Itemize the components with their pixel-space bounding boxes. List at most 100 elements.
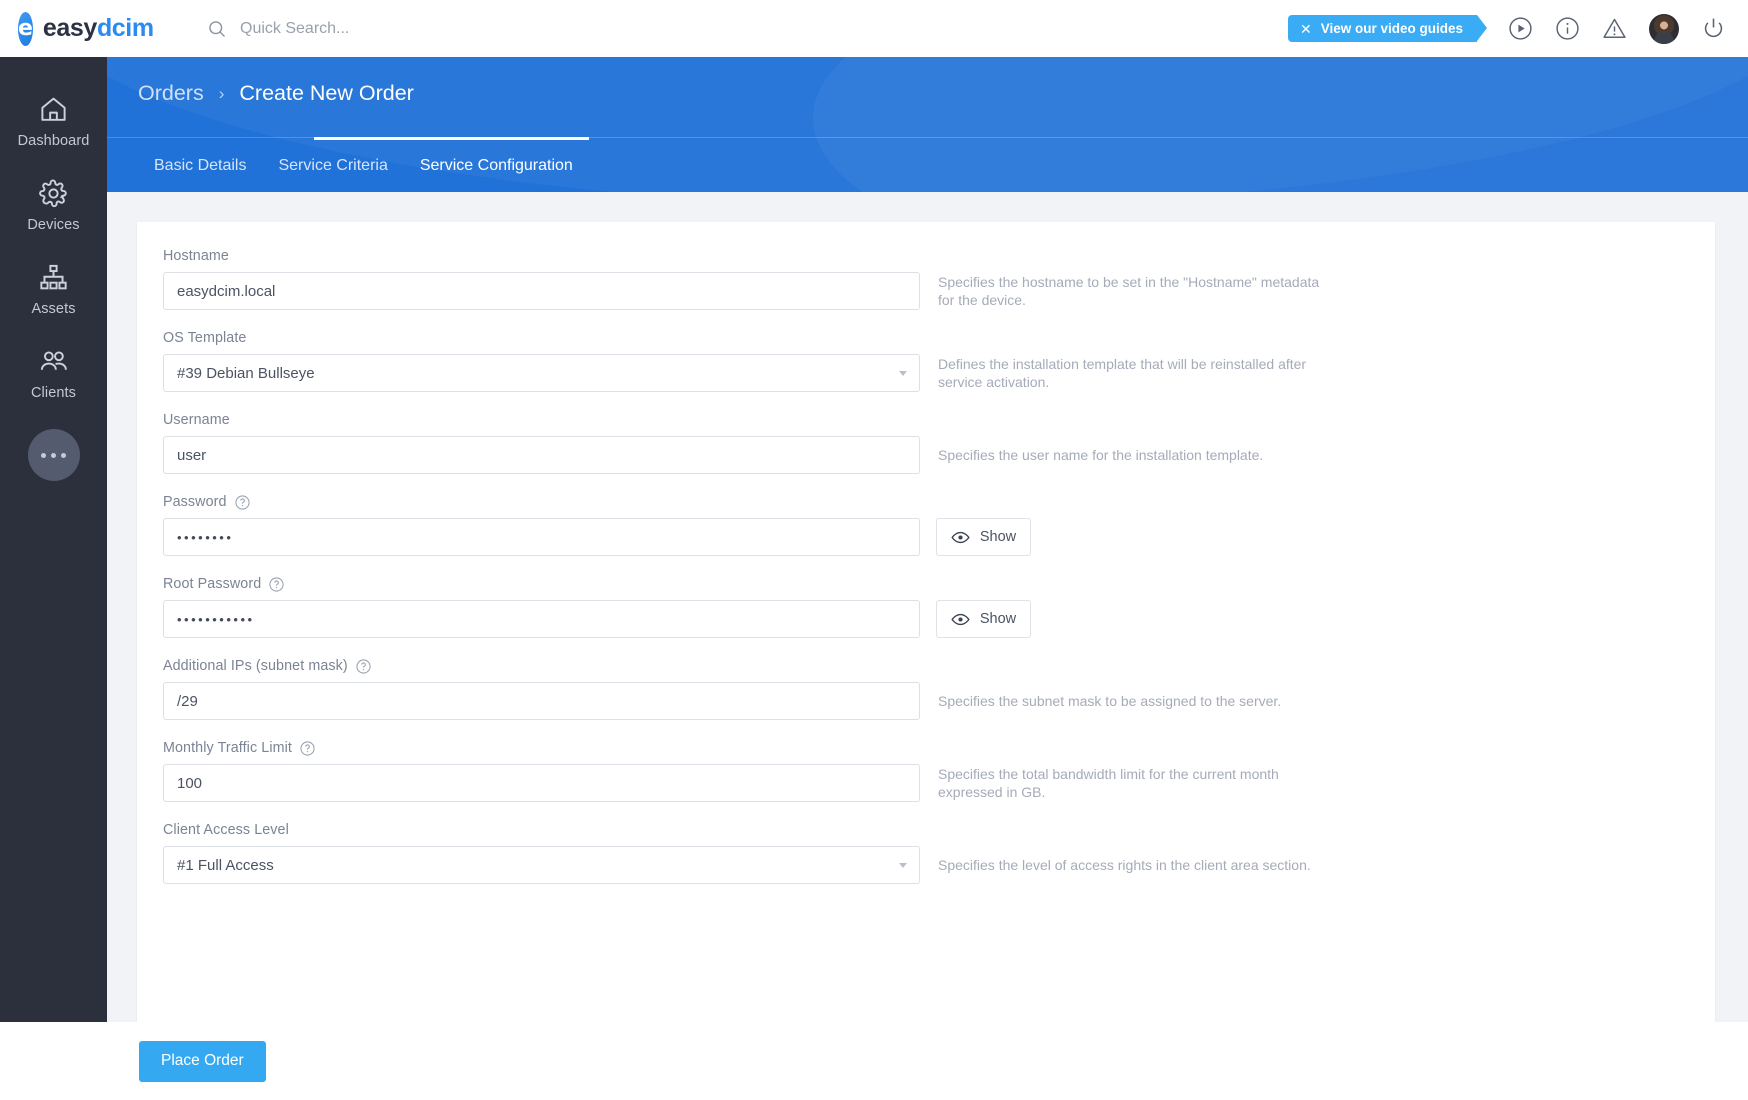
- gear-icon: [38, 178, 69, 209]
- service-configuration-form: Hostname Specifies the hostname to be se…: [137, 222, 1715, 1022]
- field-row: #1 Full Access Specifies the level of ac…: [163, 846, 1715, 884]
- label-text: Additional IPs (subnet mask): [163, 658, 348, 674]
- users-icon: [38, 346, 69, 377]
- search-input[interactable]: [240, 19, 580, 38]
- info-circle-icon[interactable]: [1555, 16, 1580, 41]
- brand-logo-area[interactable]: e easydcim: [0, 0, 154, 57]
- field-row: Specifies the subnet mask to be assigned…: [163, 682, 1715, 720]
- help-circle-icon[interactable]: [356, 658, 371, 674]
- sidebar-item-devices[interactable]: Devices: [0, 163, 107, 247]
- dot-icon: [51, 452, 56, 458]
- field-client-access-level: Client Access Level #1 Full Access Speci…: [163, 822, 1715, 884]
- video-guides-label: View our video guides: [1320, 21, 1463, 36]
- field-password: Password •••••••• Show: [163, 494, 1715, 556]
- password-input[interactable]: [163, 518, 920, 556]
- field-label: Username: [163, 412, 1715, 428]
- footer-bar: Place Order: [0, 1022, 1748, 1100]
- chevron-down-icon: [899, 863, 907, 868]
- sidebar-item-label: Dashboard: [17, 133, 90, 149]
- field-help-text: Specifies the total bandwidth limit for …: [938, 765, 1279, 800]
- main-content: Hostname Specifies the hostname to be se…: [107, 192, 1748, 1022]
- show-password-button[interactable]: Show: [936, 518, 1031, 556]
- field-label: Client Access Level: [163, 822, 1715, 838]
- tab-service-configuration[interactable]: Service Configuration: [313, 136, 589, 193]
- page-header: Orders › Create New Order Basic Details …: [107, 57, 1748, 192]
- label-text: Hostname: [163, 248, 229, 264]
- search-icon: [207, 19, 227, 39]
- power-icon[interactable]: [1701, 16, 1726, 41]
- home-icon: [38, 94, 69, 125]
- play-circle-icon[interactable]: [1508, 16, 1533, 41]
- root-password-input[interactable]: [163, 600, 920, 638]
- eye-icon: [951, 531, 970, 544]
- close-icon[interactable]: ✕: [1300, 22, 1312, 36]
- field-row: Specifies the hostname to be set in the …: [163, 272, 1715, 310]
- hostname-input[interactable]: [163, 272, 920, 310]
- top-bar: e easydcim ✕ View our video guides: [0, 0, 1748, 57]
- field-row: #39 Debian Bullseye Defines the installa…: [163, 354, 1715, 392]
- field-help-text: Specifies the user name for the installa…: [938, 446, 1264, 463]
- chevron-right-icon: ›: [218, 83, 225, 103]
- field-label: Monthly Traffic Limit: [163, 740, 1715, 756]
- selected-value: #39 Debian Bullseye: [177, 364, 315, 382]
- sidebar-item-label: Clients: [30, 385, 77, 401]
- field-row: Specifies the total bandwidth limit for …: [163, 764, 1715, 802]
- label-text: Client Access Level: [163, 822, 289, 838]
- additional-ips-input[interactable]: [163, 682, 920, 720]
- sidebar-item-label: Devices: [27, 217, 80, 233]
- show-root-password-button[interactable]: Show: [936, 600, 1031, 638]
- easydcim-logo-icon: e: [18, 11, 33, 46]
- label-text: Monthly Traffic Limit: [163, 740, 292, 756]
- field-row: Show: [163, 600, 1715, 638]
- field-row: Specifies the user name for the installa…: [163, 436, 1715, 474]
- place-order-button[interactable]: Place Order: [139, 1040, 266, 1082]
- sidebar-item-assets[interactable]: Assets: [0, 247, 107, 331]
- avatar[interactable]: [1649, 13, 1679, 44]
- field-os-template: OS Template #39 Debian Bullseye Defines …: [163, 330, 1715, 392]
- show-button-label: Show: [979, 529, 1017, 545]
- sidebar-item-clients[interactable]: Clients: [0, 331, 107, 415]
- quick-search[interactable]: [207, 19, 580, 39]
- chevron-down-icon: [899, 371, 907, 376]
- label-text: Username: [163, 412, 230, 428]
- dot-icon: [61, 452, 66, 458]
- os-template-select[interactable]: #39 Debian Bullseye: [163, 354, 920, 392]
- brand-name-first: easy: [42, 14, 97, 42]
- breadcrumb-orders-link[interactable]: Orders: [138, 81, 204, 106]
- brand-wordmark: easydcim: [43, 14, 154, 43]
- tab-basic-details[interactable]: Basic Details: [138, 138, 262, 193]
- label-text: Root Password: [163, 576, 262, 592]
- show-button-label: Show: [979, 611, 1017, 627]
- client-access-level-select[interactable]: #1 Full Access: [163, 846, 920, 884]
- field-row: Show: [163, 518, 1715, 556]
- label-text: Password: [163, 494, 227, 510]
- dot-icon: [41, 452, 46, 458]
- selected-value: #1 Full Access: [177, 856, 274, 874]
- sitemap-icon: [38, 262, 69, 293]
- help-circle-icon[interactable]: [300, 740, 315, 756]
- help-circle-icon[interactable]: [234, 494, 250, 510]
- eye-icon: [951, 613, 970, 626]
- field-root-password: Root Password ••••••••••• Show: [163, 576, 1715, 638]
- tab-service-criteria[interactable]: Service Criteria: [262, 138, 403, 193]
- brand-name-second: dcim: [96, 14, 154, 42]
- warning-triangle-icon[interactable]: [1602, 16, 1627, 41]
- username-input[interactable]: [163, 436, 920, 474]
- field-hostname: Hostname Specifies the hostname to be se…: [163, 248, 1715, 310]
- monthly-traffic-limit-input[interactable]: [163, 764, 920, 802]
- sidebar-item-label: Assets: [31, 301, 76, 317]
- tab-bar: Basic Details Service Criteria Service C…: [107, 136, 1748, 193]
- field-help-text: Specifies the level of access rights in …: [938, 856, 1311, 873]
- sidebar: Dashboard Devices Assets Clients: [0, 57, 107, 1022]
- sidebar-more-button[interactable]: [27, 429, 80, 481]
- page-title: Create New Order: [239, 81, 414, 105]
- field-help-text: Defines the installation template that w…: [938, 355, 1307, 390]
- sidebar-item-dashboard[interactable]: Dashboard: [0, 79, 107, 163]
- breadcrumb: Orders › Create New Order: [138, 81, 414, 106]
- field-label: Hostname: [163, 248, 1715, 264]
- field-username: Username Specifies the user name for the…: [163, 412, 1715, 474]
- video-guides-banner[interactable]: ✕ View our video guides: [1287, 15, 1488, 42]
- label-text: OS Template: [163, 330, 247, 346]
- help-circle-icon[interactable]: [269, 576, 284, 592]
- top-bar-actions: ✕ View our video guides: [1287, 13, 1748, 44]
